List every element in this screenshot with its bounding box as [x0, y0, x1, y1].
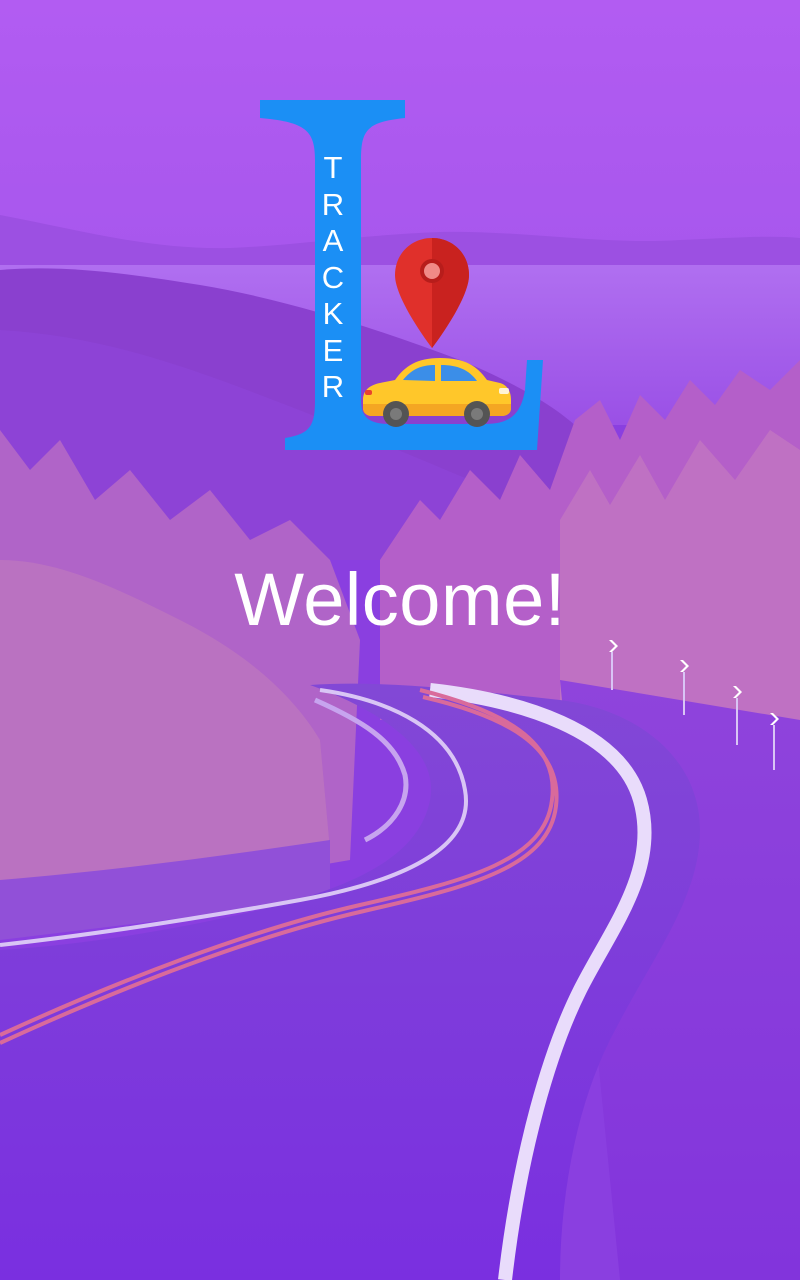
splash-screen: T R A C K E R Welcome! [0, 0, 800, 1280]
logo-letter: T [323, 150, 343, 185]
welcome-heading: Welcome! [234, 558, 566, 641]
logo-letter: K [322, 296, 344, 331]
logo-letter: R [321, 186, 345, 222]
logo-letter: E [322, 332, 344, 368]
car-icon [363, 358, 511, 427]
logo-letter: C [321, 259, 345, 295]
logo-wordmark: T R A C K E R [316, 150, 350, 406]
logo-letter: A [322, 223, 344, 258]
logo-letter: R [321, 369, 345, 404]
